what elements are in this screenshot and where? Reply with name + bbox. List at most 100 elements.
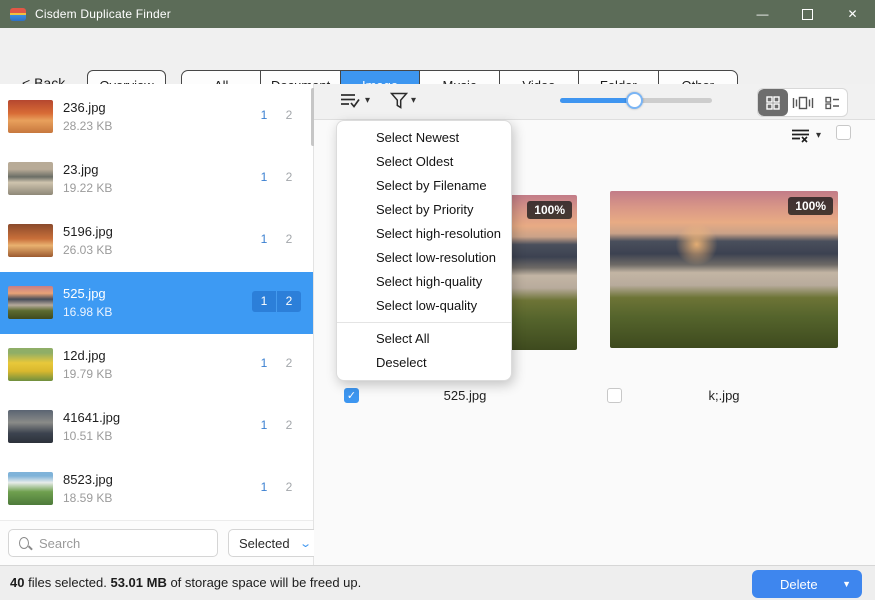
slider-fill [560, 98, 633, 103]
count-badge-2[interactable]: 2 [277, 356, 301, 370]
list-item[interactable]: 23.jpg 19.22 KB 1 2 [0, 148, 313, 210]
freed-size: 53.01 MB [110, 575, 166, 590]
close-icon: ✕ [847, 7, 857, 21]
file-size: 10.51 KB [63, 429, 112, 443]
list-item[interactable]: 12d.jpg 19.79 KB 1 2 [0, 334, 313, 396]
auto-select-menu: Select Newest Select Oldest Select by Fi… [336, 120, 512, 381]
titlebar: Cisdem Duplicate Finder — ✕ [0, 0, 875, 28]
thumbnail [8, 410, 53, 443]
file-name: 5196.jpg [63, 224, 113, 239]
file-size: 26.03 KB [63, 243, 112, 257]
sidebar-footer: Selected ⌄ [0, 520, 313, 566]
list-view-button[interactable] [817, 89, 847, 116]
deselect-group-caret-icon[interactable]: ▾ [816, 130, 821, 141]
menu-item[interactable]: Select high-resolution [337, 222, 511, 246]
menu-item-select-all[interactable]: Select All [337, 327, 511, 351]
file-name: 525.jpg [63, 286, 106, 301]
file-size: 16.98 KB [63, 305, 112, 319]
file-size: 28.23 KB [63, 119, 112, 133]
count-badge-1[interactable]: 1 [252, 480, 276, 494]
menu-item[interactable]: Select high-quality [337, 270, 511, 294]
menu-item-deselect[interactable]: Deselect [337, 351, 511, 375]
thumbnail [8, 162, 53, 195]
selected-filter-label: Selected [239, 536, 290, 551]
delete-caret-icon[interactable]: ▼ [842, 579, 851, 589]
menu-item[interactable]: Select Oldest [337, 150, 511, 174]
group-select-checkbox[interactable] [836, 125, 851, 140]
minimize-button[interactable]: — [740, 0, 785, 28]
search-icon [19, 537, 29, 549]
window-title: Cisdem Duplicate Finder [35, 7, 171, 21]
count-badge-2[interactable]: 2 [277, 232, 301, 246]
menu-item[interactable]: Select by Priority [337, 198, 511, 222]
file-name: 8523.jpg [63, 472, 113, 487]
file-size: 18.59 KB [63, 491, 112, 505]
count-badge-2[interactable]: 2 [277, 418, 301, 432]
slider-knob[interactable] [626, 92, 643, 109]
count-badge-1[interactable]: 1 [252, 108, 276, 122]
duplicate-groups-sidebar: 236.jpg 28.23 KB 1 2 23.jpg 19.22 KB 1 2… [0, 84, 314, 565]
nav-bar: < Back Overview All Document Image Music… [0, 28, 875, 84]
status-text-1: files selected. [24, 575, 110, 590]
thumbnail [8, 348, 53, 381]
main-toolbar: ▾ ▾ [314, 84, 875, 120]
list-item[interactable]: 41641.jpg 10.51 KB 1 2 [0, 396, 313, 458]
similarity-badge: 100% [527, 201, 572, 219]
auto-select-icon[interactable] [340, 92, 361, 109]
chevron-down-icon: ⌄ [299, 537, 312, 550]
count-badge-1[interactable]: 1 [252, 418, 276, 432]
duplicate-image-preview[interactable]: 100% [610, 191, 838, 348]
search-input[interactable] [37, 535, 217, 552]
maximize-button[interactable] [785, 0, 830, 28]
count-badge-2[interactable]: 2 [277, 108, 301, 122]
menu-item[interactable]: Select by Filename [337, 174, 511, 198]
file-name: 41641.jpg [63, 410, 120, 425]
count-badge-2[interactable]: 2 [277, 170, 301, 184]
thumbnail [8, 286, 53, 319]
thumbnail [8, 100, 53, 133]
minimize-icon: — [757, 7, 769, 21]
selected-count: 40 [10, 575, 24, 590]
card-filename: k;.jpg [610, 388, 838, 403]
selected-filter-dropdown[interactable]: Selected ⌄ [228, 529, 319, 557]
list-item[interactable]: 8523.jpg 18.59 KB 1 2 [0, 458, 313, 520]
file-name: 236.jpg [63, 100, 106, 115]
auto-select-caret-icon[interactable]: ▾ [365, 95, 370, 106]
card-filename: 525.jpg [353, 388, 577, 403]
grid-view-button[interactable] [758, 89, 788, 116]
menu-item[interactable]: Select low-quality [337, 294, 511, 318]
search-box[interactable] [8, 529, 218, 557]
thumbnail [8, 472, 53, 505]
app-logo-icon [10, 8, 26, 21]
count-badge-1[interactable]: 1 [252, 356, 276, 370]
maximize-icon [802, 9, 813, 20]
deselect-group-icon[interactable] [790, 128, 811, 144]
count-badge-2[interactable]: 2 [277, 480, 301, 494]
menu-separator [337, 322, 511, 323]
menu-item[interactable]: Select Newest [337, 126, 511, 150]
file-name: 12d.jpg [63, 348, 106, 363]
list-item[interactable]: 236.jpg 28.23 KB 1 2 [0, 86, 313, 148]
list-item-selected[interactable]: 525.jpg 16.98 KB 1 2 [0, 272, 313, 334]
close-button[interactable]: ✕ [830, 0, 875, 28]
filter-icon[interactable] [390, 92, 408, 110]
thumbnail [8, 224, 53, 257]
count-badge-2[interactable]: 2 [277, 291, 301, 312]
compare-view-button[interactable] [788, 89, 818, 116]
status-bar: 40 files selected. 53.01 MB of storage s… [0, 565, 875, 600]
delete-button[interactable]: Delete ▼ [752, 570, 862, 598]
file-name: 23.jpg [63, 162, 98, 177]
thumbnail-size-slider[interactable] [560, 98, 712, 103]
delete-label: Delete [780, 577, 818, 592]
count-badge-1[interactable]: 1 [252, 170, 276, 184]
status-text-2: of storage space will be freed up. [167, 575, 361, 590]
filter-caret-icon[interactable]: ▾ [411, 95, 416, 106]
file-size: 19.79 KB [63, 367, 112, 381]
menu-item[interactable]: Select low-resolution [337, 246, 511, 270]
view-mode-switcher [757, 88, 848, 117]
count-badge-1[interactable]: 1 [252, 291, 277, 312]
file-size: 19.22 KB [63, 181, 112, 195]
list-item[interactable]: 5196.jpg 26.03 KB 1 2 [0, 210, 313, 272]
app-window: Cisdem Duplicate Finder — ✕ < Back Overv… [0, 0, 875, 600]
count-badge-1[interactable]: 1 [252, 232, 276, 246]
